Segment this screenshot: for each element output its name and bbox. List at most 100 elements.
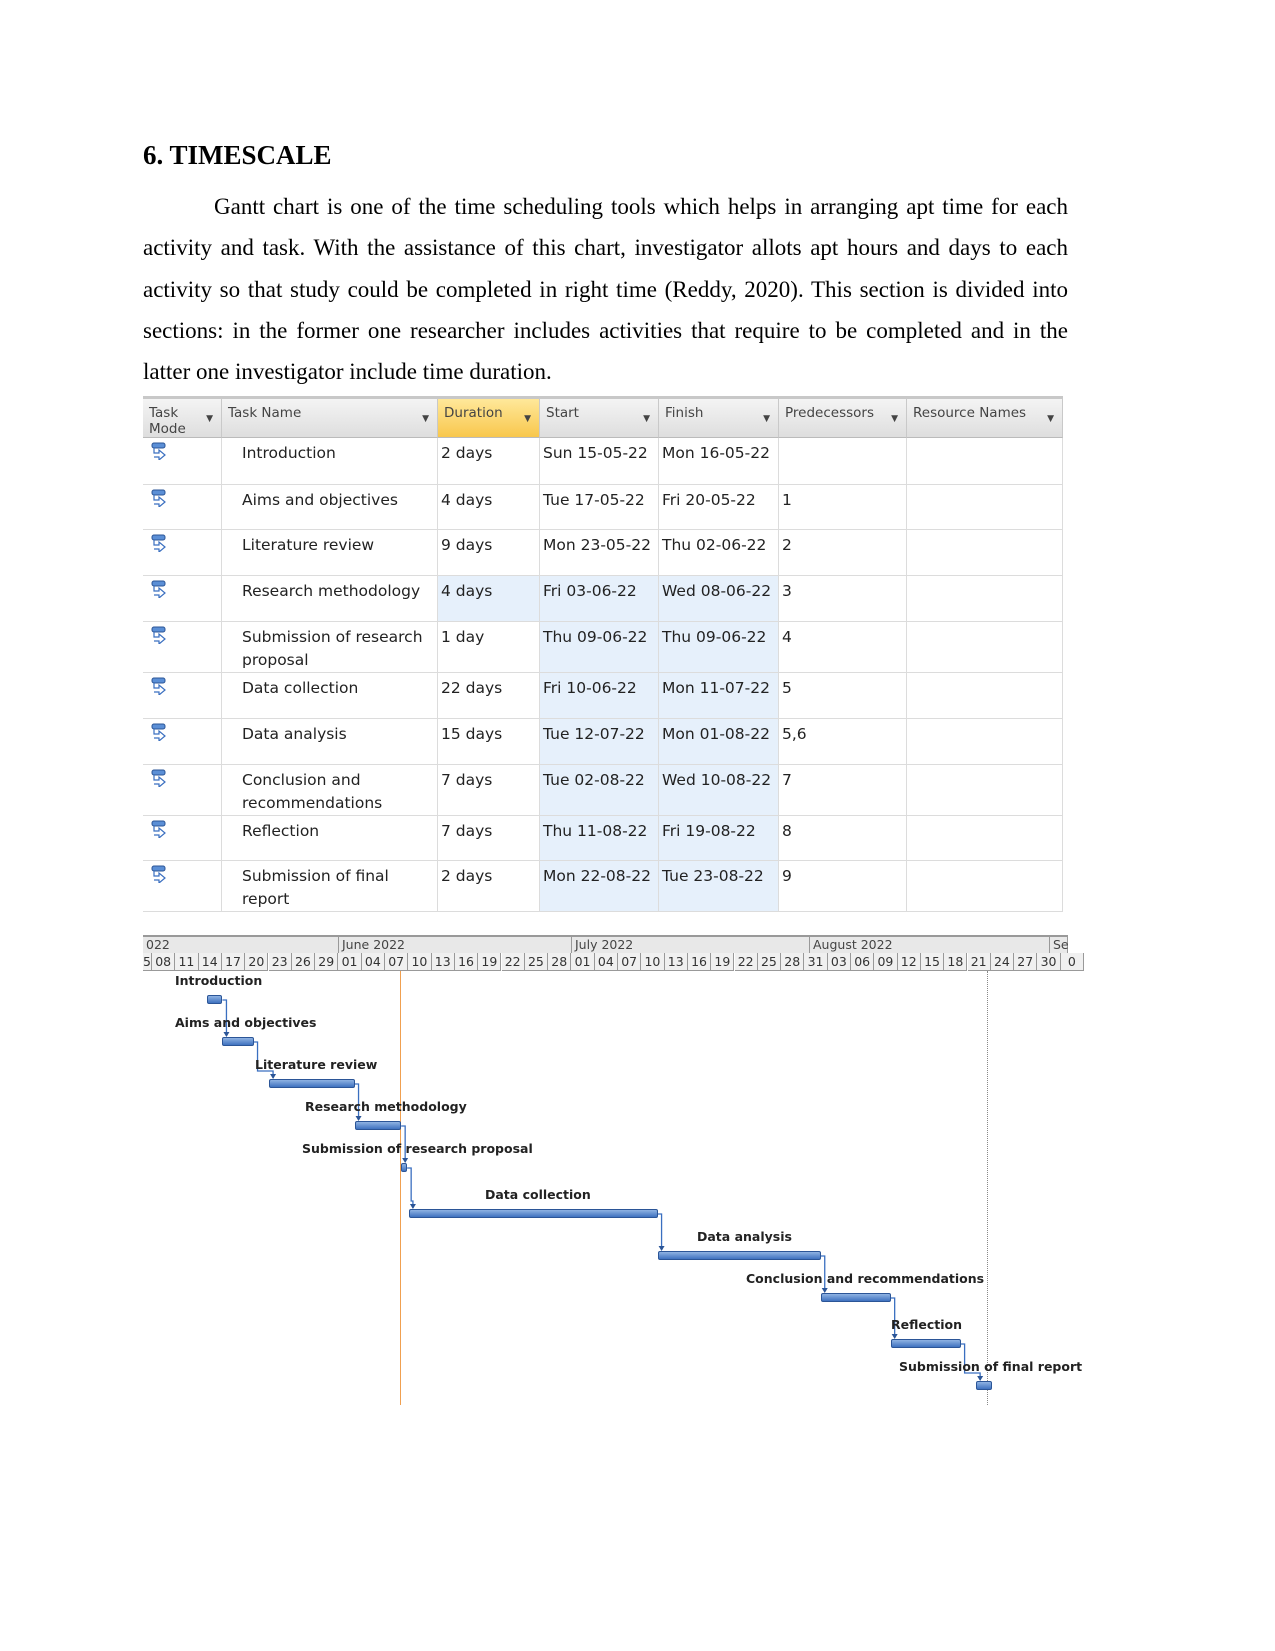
cell-pred: 2 [779,530,907,576]
auto-scheduled-task-icon [151,677,169,697]
cell-finish: Fri 19-08-22 [659,816,779,861]
day-tick: 24 [990,953,1015,971]
task-mode-cell [143,719,222,765]
task-mode-cell [143,438,222,485]
task-bar-label: Aims and objectives [175,1015,317,1030]
cell-pred: 4 [779,622,907,673]
auto-scheduled-task-icon [151,534,169,554]
auto-scheduled-task-icon [151,580,169,600]
cell-duration: 15 days [438,719,540,765]
cell-start: Fri 03-06-22 [540,576,659,622]
cell-duration: 22 days [438,673,540,719]
auto-scheduled-task-icon [151,442,169,462]
column-header-duration[interactable]: Duration ▼ [438,396,540,438]
task-bar-label: Submission of research proposal [302,1141,533,1156]
task-bar-label: Conclusion and recommendations [746,1271,985,1286]
column-header-label: Task Name [228,405,302,421]
cell-duration: 9 days [438,530,540,576]
cell-finish: Thu 09-06-22 [659,622,779,673]
column-header-label: Task Mode [149,405,186,437]
task-bar[interactable] [354,1121,402,1130]
cell-start: Tue 12-07-22 [540,719,659,765]
day-tick: 13 [431,953,455,971]
task-bar[interactable] [269,1079,355,1088]
task-bar-label: Introduction [175,973,263,988]
task-bar[interactable] [401,1163,408,1172]
dropdown-arrow-icon[interactable]: ▼ [891,414,898,424]
day-tick: 10 [408,953,432,971]
task-bar[interactable] [222,1037,254,1046]
cell-res [907,816,1063,861]
gantt-chart: 022 June 2022 July 2022 August 2022 Se 5 08 11 1… [143,935,1084,1405]
task-bar[interactable] [408,1209,658,1218]
day-tick: 31 [804,953,828,971]
cell-pred: 5,6 [779,719,907,765]
deadline-dotted-line [987,971,988,1405]
cell-pred: 7 [779,765,907,816]
document-page: 6. TIMESCALE Gantt chart is one of the t… [0,0,1275,1651]
cell-name: Research methodology [222,576,438,622]
task-bar[interactable] [976,1381,992,1390]
status-date-line [400,971,401,1405]
dropdown-arrow-icon[interactable]: ▼ [524,414,531,424]
task-bar-label: Research methodology [305,1099,467,1114]
cell-finish: Mon 11-07-22 [659,673,779,719]
task-mode-cell [143,530,222,576]
column-header-resource-names[interactable]: Resource Names ▼ [907,396,1063,438]
cell-name: Submission of research proposal [222,622,438,673]
cell-res [907,861,1063,912]
cell-res [907,438,1063,485]
day-tick: 29 [315,953,339,971]
dependency-arrow [657,1213,663,1250]
cell-name: Data collection [222,673,438,719]
cell-name: Conclusion and recommendations [222,765,438,816]
day-tick: 04 [361,953,385,971]
task-mode-cell [143,765,222,816]
day-tick: 19 [711,953,735,971]
cell-pred: 1 [779,485,907,530]
day-tick: 20 [245,953,269,971]
dependency-links [222,999,984,1381]
task-bar[interactable] [657,1251,821,1260]
day-tick: 08 [152,953,176,971]
cell-name: Introduction [222,438,438,485]
cell-res [907,673,1063,719]
cell-duration: 1 day [438,622,540,673]
column-header-label: Predecessors [785,405,874,421]
cell-finish: Mon 16-05-22 [659,438,779,485]
cell-duration: 4 days [438,576,540,622]
cell-res [907,622,1063,673]
dropdown-arrow-icon[interactable]: ▼ [206,414,213,424]
dropdown-arrow-icon[interactable]: ▼ [643,414,650,424]
month-header: August 2022 [810,935,1050,953]
task-bar[interactable] [820,1293,891,1302]
day-tick: 14 [198,953,222,971]
day-tick: 03 [827,953,851,971]
cell-pred: 3 [779,576,907,622]
column-header-predecessors[interactable]: Predecessors ▼ [779,396,907,438]
day-tick: 17 [221,953,246,971]
cell-finish: Wed 10-08-22 [659,765,779,816]
task-mode-cell [143,622,222,673]
dropdown-arrow-icon[interactable]: ▼ [763,414,770,424]
dropdown-arrow-icon[interactable]: ▼ [422,414,429,424]
task-bar[interactable] [206,995,223,1004]
task-mode-cell [143,485,222,530]
day-tick: 13 [664,953,688,971]
column-header-label: Duration [444,405,503,421]
day-tick: 16 [687,953,712,971]
cell-start: Mon 23-05-22 [540,530,659,576]
dropdown-arrow-icon[interactable]: ▼ [1047,414,1054,424]
task-bar-label: Data analysis [697,1229,792,1244]
column-header-task-name[interactable]: Task Name ▼ [222,396,438,438]
column-header-finish[interactable]: Finish ▼ [659,396,779,438]
cell-res [907,719,1063,765]
month-header: June 2022 [339,935,572,953]
cell-pred [779,438,907,485]
task-mode-cell [143,861,222,912]
column-header-task-mode[interactable]: Task Mode ▼ [143,396,222,438]
month-header: July 2022 [572,935,810,953]
task-bar[interactable] [890,1339,961,1348]
column-header-start[interactable]: Start ▼ [540,396,659,438]
day-tick: 25 [757,953,782,971]
